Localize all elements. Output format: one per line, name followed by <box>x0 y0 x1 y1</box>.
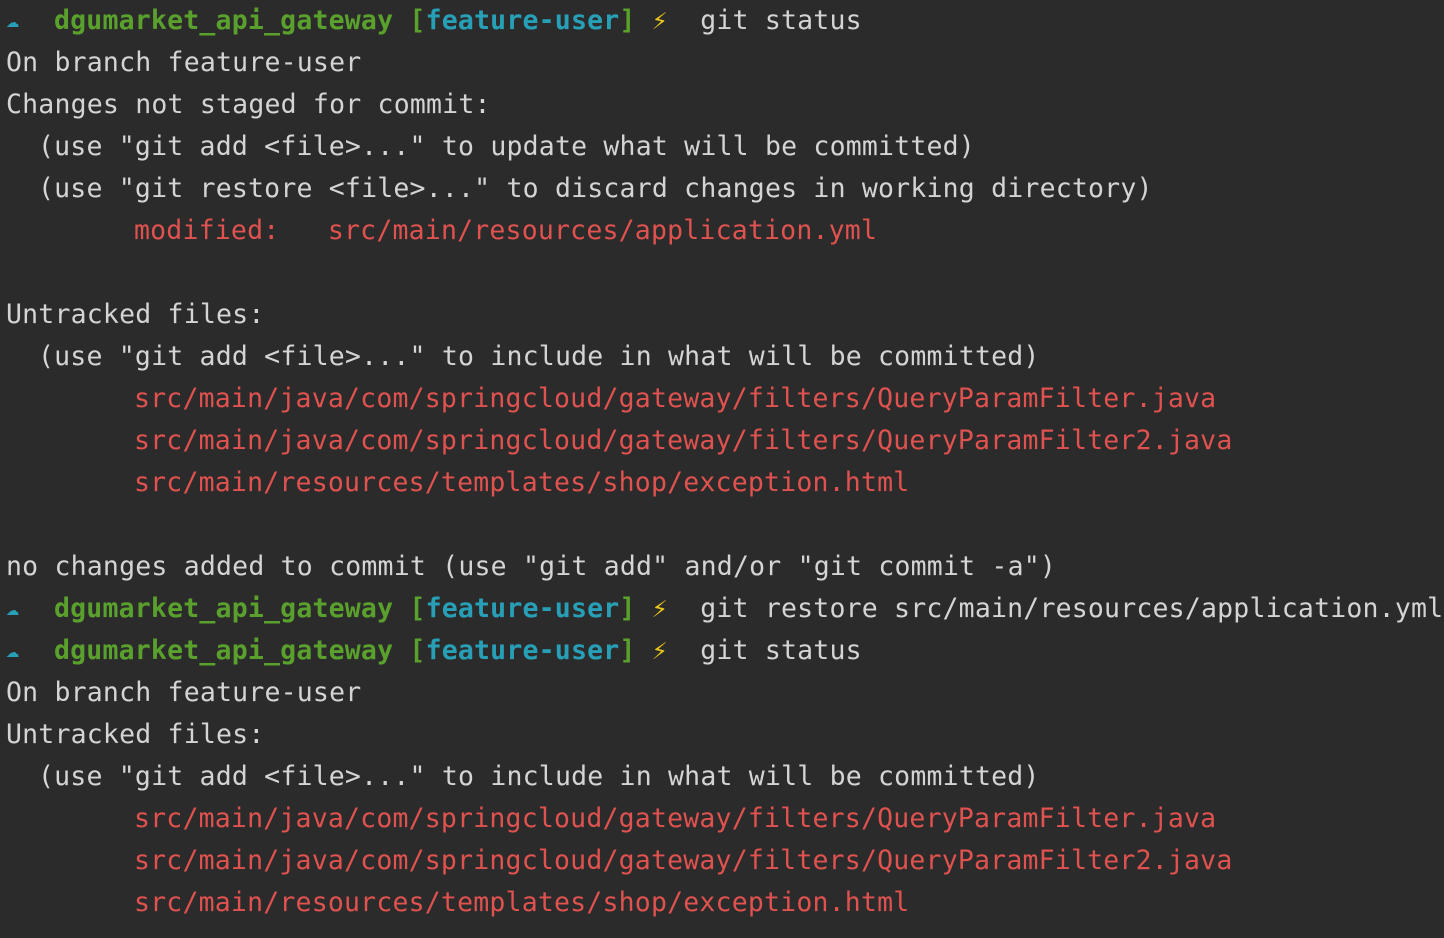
output-line: On branch feature-user <box>6 47 362 78</box>
untracked-file: src/main/java/com/springcloud/gateway/fi… <box>134 803 1217 834</box>
lightning-icon: ⚡ <box>651 635 668 666</box>
prompt-branch: feature-user <box>425 635 620 666</box>
output-line: On branch feature-user <box>6 677 362 708</box>
hint-line: (use "git restore <file>..." to discard … <box>38 173 1153 204</box>
output-line: Changes not staged for commit: <box>6 89 491 120</box>
prompt-bracket-close: ] <box>619 593 636 624</box>
prompt-repo: dgumarket_api_gateway <box>54 635 394 666</box>
untracked-file: src/main/java/com/springcloud/gateway/fi… <box>134 425 1233 456</box>
prompt-bracket-close: ] <box>619 5 636 36</box>
prompt-line-1: ☁ dgumarket_api_gateway [feature-user] ⚡ … <box>6 0 862 42</box>
cloud-icon: ☁ <box>6 596 20 621</box>
output-line: Untracked files: <box>6 299 265 330</box>
untracked-file: src/main/java/com/springcloud/gateway/fi… <box>134 383 1217 414</box>
lightning-icon: ⚡ <box>651 593 668 624</box>
cloud-icon: ☁ <box>6 638 20 663</box>
prompt-bracket-open: [ <box>409 5 426 36</box>
hint-line: (use "git add <file>..." to include in w… <box>38 761 1040 792</box>
modified-file-line: modified: src/main/resources/application… <box>6 210 877 252</box>
lightning-icon: ⚡ <box>651 5 668 36</box>
output-line: no changes added to commit (use "git add… <box>6 551 1057 582</box>
prompt-bracket-close: ] <box>619 635 636 666</box>
output-line: Untracked files: <box>6 719 265 750</box>
prompt-line-2: ☁ dgumarket_api_gateway [feature-user] ⚡ … <box>6 588 1443 630</box>
command-text: git restore src/main/resources/applicati… <box>700 593 1444 624</box>
hint-line: (use "git add <file>..." to include in w… <box>38 341 1040 372</box>
untracked-file: src/main/resources/templates/shop/except… <box>134 887 910 918</box>
modified-file-path: src/main/resources/application.yml <box>327 215 878 246</box>
prompt-branch: feature-user <box>425 593 620 624</box>
hint-line: (use "git add <file>..." to update what … <box>38 131 975 162</box>
command-text: git status <box>700 5 862 36</box>
untracked-file: src/main/resources/templates/shop/except… <box>134 467 910 498</box>
modified-label: modified: <box>134 215 328 246</box>
prompt-line-3: ☁ dgumarket_api_gateway [feature-user] ⚡ … <box>6 630 862 672</box>
untracked-file: src/main/java/com/springcloud/gateway/fi… <box>134 845 1233 876</box>
prompt-bracket-open: [ <box>409 635 426 666</box>
command-text: git status <box>700 635 862 666</box>
cloud-icon: ☁ <box>6 8 20 33</box>
terminal-window[interactable]: ☁ dgumarket_api_gateway [feature-user] ⚡ … <box>0 0 1444 938</box>
prompt-repo: dgumarket_api_gateway <box>54 593 394 624</box>
prompt-repo: dgumarket_api_gateway <box>54 5 394 36</box>
prompt-branch: feature-user <box>425 5 620 36</box>
prompt-bracket-open: [ <box>409 593 426 624</box>
